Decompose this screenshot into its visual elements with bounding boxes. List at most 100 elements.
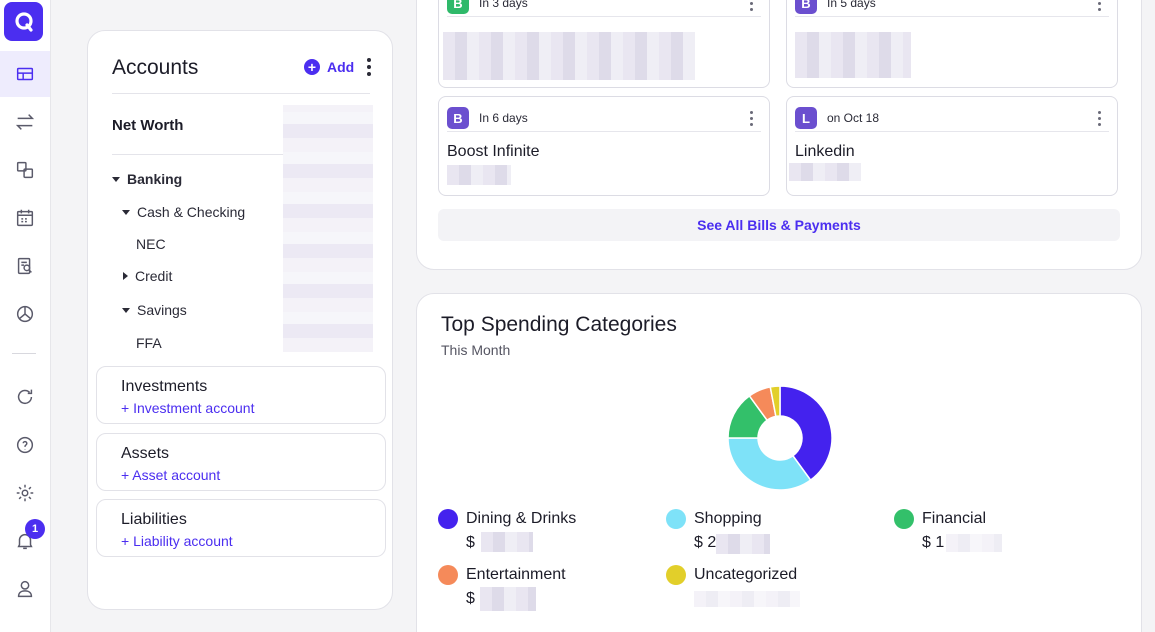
- spending-period: This Month: [441, 342, 511, 358]
- nav-profile[interactable]: [0, 566, 50, 612]
- more-icon[interactable]: [1098, 110, 1101, 126]
- category-name: Shopping: [694, 510, 762, 527]
- section-title: Investments: [121, 378, 208, 395]
- investments-section[interactable]: Investments + Investment account: [96, 366, 386, 424]
- section-title: Assets: [121, 445, 170, 462]
- nav-help[interactable]: [0, 422, 50, 468]
- blurred-bill-info: [795, 32, 911, 78]
- tree-savings[interactable]: Savings: [122, 302, 187, 318]
- caret-down-icon: [122, 307, 130, 313]
- left-nav: 1: [0, 0, 51, 632]
- bill-icon: B: [795, 0, 817, 14]
- plus-icon: +: [304, 59, 320, 75]
- tree-cash-checking[interactable]: Cash & Checking: [122, 204, 245, 220]
- tree-label: FFA: [136, 335, 162, 351]
- add-account-button[interactable]: + Add: [304, 59, 354, 75]
- more-icon[interactable]: [750, 110, 753, 126]
- more-icon[interactable]: [750, 0, 753, 11]
- nav-reports[interactable]: [0, 243, 50, 289]
- bill-card[interactable]: B In 6 days Boost Infinite: [438, 96, 770, 196]
- add-investment-link[interactable]: + Investment account: [121, 400, 254, 416]
- net-worth-label: Net Worth: [112, 117, 184, 134]
- assets-section[interactable]: Assets + Asset account: [96, 433, 386, 491]
- nav-budget[interactable]: [0, 291, 50, 337]
- blurred-amount: [789, 163, 861, 181]
- add-label: Add: [327, 59, 355, 75]
- app-logo[interactable]: [4, 2, 43, 41]
- bill-icon: B: [447, 107, 469, 129]
- bill-icon: B: [447, 0, 469, 14]
- uncategorized-color-dot: [666, 565, 686, 585]
- category-amount: $ 2: [694, 534, 717, 551]
- reports-icon: [17, 257, 32, 275]
- tree-banking[interactable]: Banking: [112, 171, 182, 187]
- category-amount: $: [466, 590, 475, 607]
- tree-label: Banking: [127, 171, 183, 187]
- tree-label: Savings: [137, 302, 187, 318]
- blurred-amount: [694, 591, 800, 607]
- tree-credit[interactable]: Credit: [123, 268, 172, 284]
- accounts-more-icon[interactable]: [367, 58, 371, 76]
- caret-down-icon: [122, 209, 130, 215]
- category-amount: $: [466, 534, 475, 551]
- help-icon: [16, 436, 34, 454]
- logo-icon: [14, 11, 33, 32]
- transactions-icon: [15, 114, 35, 130]
- bill-name: Linkedin: [795, 143, 855, 160]
- tree-label: Cash & Checking: [137, 204, 246, 220]
- tree-ffa[interactable]: FFA: [136, 335, 162, 351]
- nav-accounts[interactable]: [0, 147, 50, 193]
- see-all-bills-button[interactable]: See All Bills & Payments: [438, 209, 1120, 241]
- category-amount: $ 1: [922, 534, 945, 551]
- bill-header: B In 6 days: [447, 105, 761, 132]
- shopping-color-dot: [666, 509, 686, 529]
- bill-due: In 5 days: [827, 0, 876, 10]
- tree-nec[interactable]: NEC: [136, 236, 166, 252]
- caret-down-icon: [112, 176, 120, 182]
- more-icon[interactable]: [1098, 0, 1101, 11]
- bills-card: B In 3 days B In 5 days B In 6 days Boos…: [416, 0, 1142, 270]
- financial-color-dot: [894, 509, 914, 529]
- nav-transactions[interactable]: [0, 99, 50, 145]
- nav-dashboard[interactable]: [0, 51, 50, 97]
- dashboard-icon: [16, 67, 34, 81]
- blurred-bill-info: [443, 32, 695, 80]
- category-name: Dining & Drinks: [466, 510, 577, 527]
- liabilities-section[interactable]: Liabilities + Liability account: [96, 499, 386, 557]
- nav-calendar[interactable]: [0, 195, 50, 241]
- category-name: Entertainment: [466, 566, 566, 583]
- bill-header: L on Oct 18: [795, 105, 1109, 132]
- accounts-card: Accounts + Add Net Worth Banking Cash & …: [87, 30, 393, 610]
- pie-chart-icon: [16, 305, 34, 323]
- entertainment-color-dot: [438, 565, 458, 585]
- spending-card: Top Spending Categories This Month Dinin…: [416, 293, 1142, 632]
- bill-due: on Oct 18: [827, 111, 880, 125]
- spending-donut-chart[interactable]: [726, 384, 834, 492]
- blurred-balances: [283, 105, 373, 352]
- bill-name: Boost Infinite: [447, 143, 540, 160]
- tree-label: NEC: [136, 236, 166, 252]
- refresh-icon: [17, 389, 33, 405]
- bill-due: In 3 days: [479, 0, 528, 10]
- blurred-amount: [481, 532, 533, 552]
- donut-slice-shopping[interactable]: [727, 437, 812, 491]
- section-title: Liabilities: [121, 511, 187, 528]
- add-liability-link[interactable]: + Liability account: [121, 533, 233, 549]
- accounts-icon: [16, 161, 34, 179]
- calendar-icon: [16, 209, 34, 227]
- add-asset-link[interactable]: + Asset account: [121, 467, 220, 483]
- gear-icon: [16, 484, 34, 502]
- blurred-amount: [946, 534, 1002, 552]
- bill-card[interactable]: L on Oct 18 Linkedin: [786, 96, 1118, 196]
- bill-icon: L: [795, 107, 817, 129]
- dining-color-dot: [438, 509, 458, 529]
- nav-refresh[interactable]: [0, 374, 50, 420]
- nav-settings[interactable]: [0, 470, 50, 516]
- spending-title: Top Spending Categories: [441, 313, 677, 336]
- blurred-amount: [716, 534, 770, 554]
- bill-card[interactable]: B In 3 days: [438, 0, 770, 88]
- accounts-title: Accounts: [112, 56, 199, 79]
- notification-badge: 1: [25, 519, 45, 539]
- blurred-amount: [447, 165, 511, 185]
- bill-card[interactable]: B In 5 days: [786, 0, 1118, 88]
